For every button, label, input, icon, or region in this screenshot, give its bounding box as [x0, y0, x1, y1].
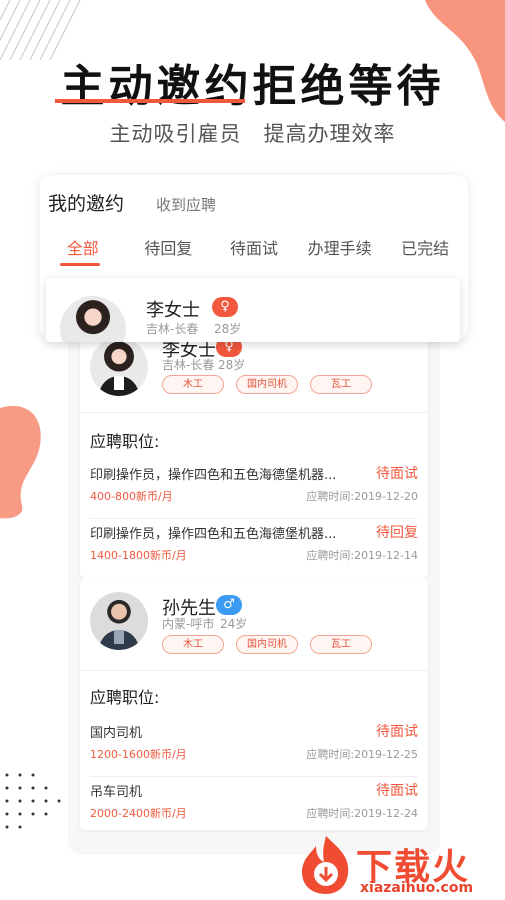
tab-pending-interview[interactable]: 待面试	[211, 235, 297, 269]
job-apply-time: 应聘时间:2019-12-24	[306, 807, 418, 820]
job-row[interactable]: 吊车司机 待面试 2000-2400新币/月 应聘时间:2019-12-24	[90, 776, 418, 834]
applicant-location: 吉林-长春	[162, 358, 215, 372]
skill-tags: 木工 国内司机 瓦工	[162, 375, 372, 394]
avatar	[90, 592, 148, 650]
job-salary: 1400-1800新币/月	[90, 549, 187, 562]
section-title: 应聘职位:	[90, 688, 160, 707]
headline: 主动邀约拒绝等待	[60, 61, 445, 112]
avatar	[60, 296, 126, 342]
tab-processing[interactable]: 办理手续	[297, 235, 383, 269]
job-row[interactable]: 印刷操作员，操作四色和五色海德堡机器... 待面试 400-800新币/月 应聘…	[90, 460, 418, 518]
applicant-list: 李女士 ♀ 吉林-长春 28岁 木工 国内司机 瓦工 应聘职位: 印刷操作员，操…	[68, 310, 440, 855]
job-status: 待面试	[376, 466, 418, 482]
skill-tag: 国内司机	[236, 375, 298, 394]
status-tabs: 全部 待回复 待面试 办理手续 已完结	[40, 235, 468, 269]
job-apply-time: 应聘时间:2019-12-25	[306, 748, 418, 761]
tab-pending-reply[interactable]: 待回复	[126, 235, 212, 269]
applicant-name: 李女士	[146, 300, 200, 321]
skill-tag: 瓦工	[310, 375, 372, 394]
page-title[interactable]: 我的邀约	[48, 189, 124, 216]
job-status: 待面试	[376, 783, 418, 799]
applicant-age: 28岁	[214, 322, 242, 336]
job-status: 待回复	[376, 525, 418, 541]
female-icon: ♀	[212, 297, 238, 317]
skill-tags: 木工 国内司机 瓦工	[162, 635, 372, 654]
applicant-card[interactable]: 李女士 ♀ 吉林-长春 28岁 木工 国内司机 瓦工 应聘职位: 印刷操作员，操…	[80, 330, 428, 578]
job-salary: 400-800新币/月	[90, 490, 173, 503]
job-apply-time: 应聘时间:2019-12-20	[306, 490, 418, 503]
skill-tag: 木工	[162, 375, 224, 394]
job-salary: 1200-1600新币/月	[90, 748, 187, 761]
applicant-location: 内蒙-呼市	[162, 617, 215, 631]
job-title: 国内司机	[90, 726, 143, 741]
skill-tag: 国内司机	[236, 635, 298, 654]
applicant-age: 28岁	[218, 358, 246, 372]
headline-accent-underline	[55, 99, 245, 103]
job-salary: 2000-2400新币/月	[90, 807, 187, 820]
decorative-dots	[5, 773, 61, 829]
logo-url: xiazaihuo.com	[360, 880, 474, 896]
decorative-blob-left	[0, 405, 41, 519]
divider	[80, 670, 428, 671]
applicant-card[interactable]: 孙先生 ♂ 内蒙-呼市 24岁 木工 国内司机 瓦工 应聘职位: 国内司机 待面…	[80, 578, 428, 830]
highlighted-applicant-card[interactable]: 李女士 ♀ 吉林-长春 28岁	[46, 278, 460, 342]
job-apply-time: 应聘时间:2019-12-14	[306, 549, 418, 562]
skill-tag: 瓦工	[310, 635, 372, 654]
job-title: 印刷操作员，操作四色和五色海德堡机器...	[90, 527, 337, 542]
applicant-age: 24岁	[220, 617, 248, 631]
section-title: 应聘职位:	[90, 432, 160, 451]
flame-logo-icon	[302, 836, 349, 894]
active-tab-indicator	[60, 263, 100, 266]
divider	[80, 412, 428, 413]
tab-completed[interactable]: 已完结	[382, 235, 468, 269]
job-title: 吊车司机	[90, 785, 143, 800]
received-applications-link[interactable]: 收到应聘	[156, 194, 216, 215]
watermark-logo: 下载火 xiazaihuo.com	[298, 832, 503, 900]
avatar	[90, 338, 148, 396]
job-row[interactable]: 国内司机 待面试 1200-1600新币/月 应聘时间:2019-12-25	[90, 718, 418, 776]
job-status: 待面试	[376, 724, 418, 740]
male-icon: ♂	[216, 595, 242, 615]
job-title: 印刷操作员，操作四色和五色海德堡机器...	[90, 468, 337, 483]
applicant-location: 吉林-长春	[146, 322, 199, 336]
job-row[interactable]: 印刷操作员，操作四色和五色海德堡机器... 待回复 1400-1800新币/月 …	[90, 518, 418, 576]
skill-tag: 木工	[162, 635, 224, 654]
subheadline: 主动吸引雇员 提高办理效率	[109, 122, 396, 146]
